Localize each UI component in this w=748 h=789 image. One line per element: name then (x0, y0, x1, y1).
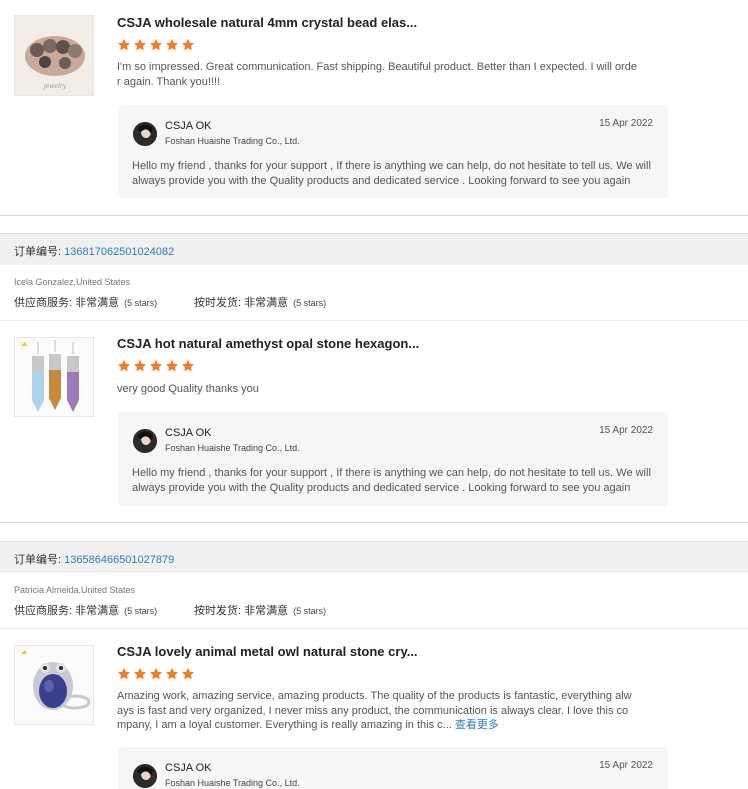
avatar (133, 429, 157, 453)
avatar (133, 764, 157, 788)
seller-reply: CSJA OK Foshan Huaishe Trading Co., Ltd.… (118, 105, 668, 198)
supplier-service-stars: (5 stars) (124, 298, 158, 308)
star-icon (117, 359, 131, 372)
star-icon (117, 38, 131, 51)
reply-date: 15 Apr 2022 (599, 118, 653, 129)
order-label: 订单编号: (14, 246, 62, 258)
seller-company: Foshan Huaishe Trading Co., Ltd. (165, 778, 300, 788)
rating-stars (117, 667, 195, 681)
supplier-service-label: 供应商服务: 非常满意 (14, 605, 120, 617)
product-title[interactable]: CSJA lovely animal metal owl natural sto… (117, 644, 418, 659)
star-icon (133, 667, 147, 680)
product-title[interactable]: CSJA hot natural amethyst opal stone hex… (117, 336, 419, 351)
star-icon (165, 38, 179, 51)
star-icon (181, 667, 195, 680)
avatar (133, 122, 157, 146)
seller-name: CSJA OK (165, 120, 212, 132)
order-ratings: 供应商服务: 非常满意 (5 stars) 按时发货: 非常满意 (5 stars) (14, 602, 326, 618)
review-comment: Amazing work, amazing service, amazing p… (117, 689, 637, 733)
order-number[interactable]: 136817062501024082 (64, 246, 174, 258)
product-thumbnail[interactable] (14, 337, 94, 417)
product-thumbnail[interactable]: jewelry (14, 15, 94, 96)
divider (0, 628, 748, 629)
divider (0, 215, 748, 216)
review-comment: very good Quality thanks you (117, 383, 259, 395)
star-icon (117, 667, 131, 680)
star-icon (133, 359, 147, 372)
supplier-service-label: 供应商服务: 非常满意 (14, 297, 120, 309)
star-icon (149, 359, 163, 372)
star-icon (165, 359, 179, 372)
rating-stars (117, 38, 195, 52)
reply-date: 15 Apr 2022 (599, 425, 653, 436)
seller-name: CSJA OK (165, 762, 212, 774)
order-ratings: 供应商服务: 非常满意 (5 stars) 按时发货: 非常满意 (5 stars) (14, 294, 326, 310)
seller-reply: CSJA OK Foshan Huaishe Trading Co., Ltd.… (118, 747, 668, 789)
star-icon (165, 667, 179, 680)
order-bar: 订单编号: 136586466501027879 (0, 541, 748, 573)
seller-name: CSJA OK (165, 427, 212, 439)
reply-text: Hello my friend , thanks for your suppor… (132, 467, 651, 494)
see-more-link[interactable]: 查看更多 (455, 719, 499, 731)
star-icon (181, 38, 195, 51)
shipping-stars: (5 stars) (293, 298, 327, 308)
buyer-info: Icela Gonzalez,United States (14, 277, 131, 287)
order-bar: 订单编号: 136817062501024082 (0, 233, 748, 265)
order-number[interactable]: 136586466501027879 (64, 554, 174, 566)
seller-company: Foshan Huaishe Trading Co., Ltd. (165, 443, 300, 453)
shipping-label: 按时发货: 非常满意 (194, 605, 289, 617)
divider (0, 320, 748, 321)
supplier-service-stars: (5 stars) (124, 606, 158, 616)
reply-date: 15 Apr 2022 (599, 760, 653, 771)
rating-stars (117, 359, 195, 373)
star-icon (149, 667, 163, 680)
review-comment-text: Amazing work, amazing service, amazing p… (117, 690, 632, 731)
seller-reply: CSJA OK Foshan Huaishe Trading Co., Ltd.… (118, 412, 668, 506)
shipping-stars: (5 stars) (293, 606, 327, 616)
svg-text:jewelry: jewelry (42, 83, 67, 90)
star-icon (149, 38, 163, 51)
product-title[interactable]: CSJA wholesale natural 4mm crystal bead … (117, 15, 417, 30)
review-comment: I'm so impressed. Great communication. F… (117, 61, 637, 88)
seller-company: Foshan Huaishe Trading Co., Ltd. (165, 136, 300, 146)
star-icon (181, 359, 195, 372)
reply-text: Hello my friend , thanks for your suppor… (132, 160, 651, 187)
product-thumbnail[interactable] (14, 645, 94, 725)
order-label: 订单编号: (14, 554, 62, 566)
buyer-info: Patricia Almeida,United States (14, 585, 136, 595)
star-icon (133, 38, 147, 51)
divider (0, 522, 748, 523)
shipping-label: 按时发货: 非常满意 (194, 297, 289, 309)
